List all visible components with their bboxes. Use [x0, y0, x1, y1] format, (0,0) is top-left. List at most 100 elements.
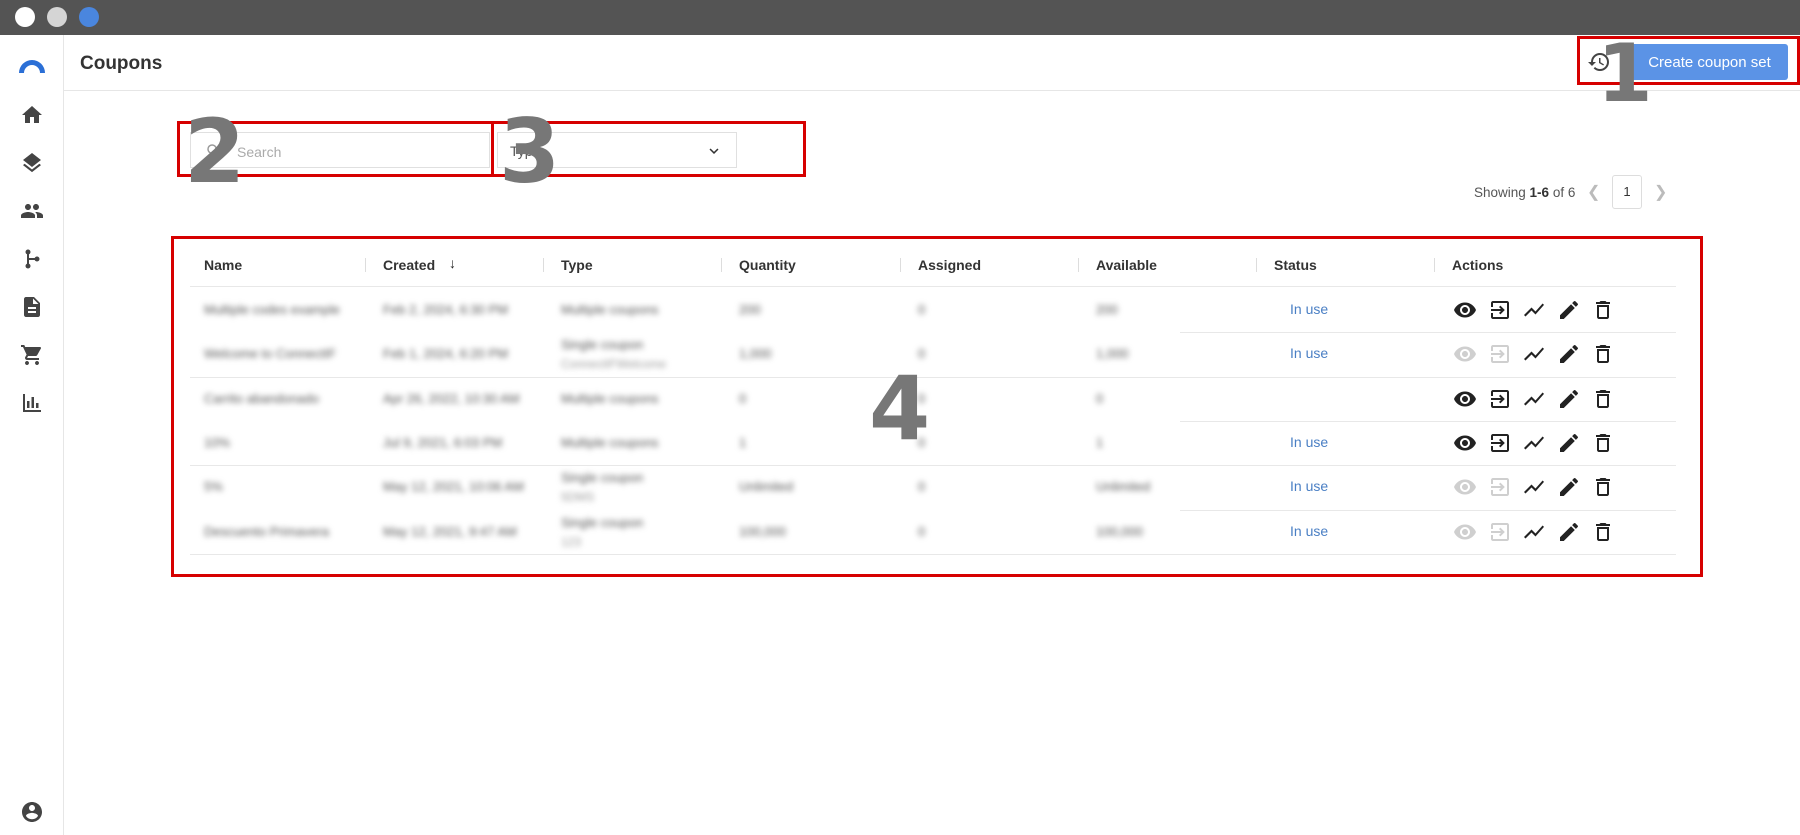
cell-type-code: 123 [561, 534, 582, 549]
people-icon[interactable] [20, 199, 44, 223]
delete-trash-icon[interactable] [1591, 298, 1615, 322]
layers-icon[interactable] [20, 151, 44, 175]
cell-created: May 12, 2021, 10:06 AM [383, 479, 524, 495]
view-eye-icon [1453, 475, 1477, 499]
trend-chart-icon[interactable] [1522, 431, 1546, 455]
column-header-actions[interactable]: Actions [1452, 257, 1503, 273]
document-icon[interactable] [20, 295, 44, 319]
trend-chart-icon[interactable] [1522, 475, 1546, 499]
status-badge[interactable]: In use [1290, 301, 1328, 317]
create-coupon-set-button[interactable]: Create coupon set [1631, 44, 1788, 80]
cell-name: Multiple codes example [204, 302, 340, 318]
cell-quantity: 1 [739, 435, 747, 451]
column-divider [1078, 258, 1079, 272]
cell-type-code: ConnectIFWelcome [561, 357, 667, 372]
delete-trash-icon[interactable] [1591, 387, 1615, 411]
cell-available: Unlimited [1096, 479, 1151, 495]
edit-pencil-icon[interactable] [1557, 298, 1581, 322]
minimize-window-button[interactable] [47, 7, 67, 27]
cell-type: Single coupon [561, 470, 644, 486]
previous-page-button[interactable]: ❮ [1587, 182, 1600, 202]
annotation-label-1: 1 [1597, 27, 1653, 120]
row-divider [190, 554, 1676, 555]
status-badge[interactable]: In use [1290, 478, 1328, 494]
cell-type: Single coupon [561, 514, 644, 530]
cell-assigned: 0 [918, 523, 926, 539]
trend-chart-icon[interactable] [1522, 342, 1546, 366]
cell-type: Multiple coupons [561, 390, 659, 406]
cell-name: Descuento Primavera [204, 523, 329, 539]
next-page-button[interactable]: ❯ [1654, 182, 1667, 202]
cell-quantity: 100,000 [739, 523, 786, 539]
assign-icon[interactable] [1488, 431, 1512, 455]
delete-trash-icon[interactable] [1591, 475, 1615, 499]
trend-chart-icon[interactable] [1522, 520, 1546, 544]
home-icon[interactable] [20, 103, 44, 127]
edit-pencil-icon[interactable] [1557, 431, 1581, 455]
edit-pencil-icon[interactable] [1557, 520, 1581, 544]
maximize-window-button[interactable] [79, 7, 99, 27]
column-header-type[interactable]: Type [561, 257, 593, 273]
page-number-button[interactable]: 1 [1612, 175, 1642, 209]
cell-assigned: 0 [918, 479, 926, 495]
flow-icon[interactable] [20, 247, 44, 271]
cell-created: Feb 2, 2024, 6:30 PM [383, 302, 509, 318]
window-titlebar [0, 0, 1800, 35]
view-eye-icon[interactable] [1453, 298, 1477, 322]
logo-icon[interactable] [17, 55, 47, 79]
cell-available: 200 [1096, 302, 1118, 318]
delete-trash-icon[interactable] [1591, 431, 1615, 455]
view-eye-icon[interactable] [1453, 387, 1477, 411]
column-header-available[interactable]: Available [1096, 257, 1157, 273]
cell-name: 5% [204, 479, 223, 495]
status-badge[interactable]: In use [1290, 434, 1328, 450]
account-icon[interactable] [20, 800, 44, 824]
cell-type: Multiple coupons [561, 435, 659, 451]
column-header-quantity[interactable]: Quantity [739, 257, 796, 273]
cell-assigned: 0 [918, 302, 926, 318]
bar-chart-icon[interactable] [20, 391, 44, 415]
row-divider [1180, 510, 1676, 511]
assign-icon[interactable] [1488, 387, 1512, 411]
column-header-created[interactable]: Created [383, 257, 435, 273]
assign-icon[interactable] [1488, 298, 1512, 322]
sidebar [0, 35, 64, 835]
pagination-summary: Showing 1-6 of 6 [1474, 185, 1575, 200]
trend-chart-icon[interactable] [1522, 387, 1546, 411]
cell-quantity: 0 [739, 390, 747, 406]
cell-created: May 12, 2021, 9:47 AM [383, 523, 517, 539]
column-header-name[interactable]: Name [204, 257, 242, 273]
cell-quantity: Unlimited [739, 479, 794, 495]
cell-name: 10% [204, 435, 231, 451]
column-header-status[interactable]: Status [1274, 257, 1317, 273]
edit-pencil-icon[interactable] [1557, 342, 1581, 366]
edit-pencil-icon[interactable] [1557, 387, 1581, 411]
cell-type: Single coupon [561, 337, 644, 353]
view-eye-icon[interactable] [1453, 431, 1477, 455]
row-divider [1180, 421, 1676, 422]
close-window-button[interactable] [15, 7, 35, 27]
pagination-range: 1-6 [1529, 185, 1550, 200]
cart-icon[interactable] [20, 343, 44, 367]
delete-trash-icon[interactable] [1591, 520, 1615, 544]
pagination-suffix: of 6 [1549, 185, 1576, 200]
row-divider [190, 377, 1676, 378]
delete-trash-icon[interactable] [1591, 342, 1615, 366]
assign-icon [1488, 342, 1512, 366]
cell-quantity: 200 [739, 302, 761, 318]
page-title: Coupons [80, 53, 163, 74]
assign-icon [1488, 475, 1512, 499]
column-divider [900, 258, 901, 272]
annotation-label-4: 4 [869, 357, 931, 460]
header-divider [190, 286, 1676, 287]
search-input[interactable] [235, 141, 479, 163]
cell-name: Welcome to ConnectIF [204, 346, 336, 362]
sort-descending-icon[interactable]: ↓ [449, 255, 456, 271]
status-badge[interactable]: In use [1290, 523, 1328, 539]
edit-pencil-icon[interactable] [1557, 475, 1581, 499]
cell-created: Apr 26, 2022, 10:30 AM [383, 390, 520, 406]
status-badge[interactable]: In use [1290, 345, 1328, 361]
trend-chart-icon[interactable] [1522, 298, 1546, 322]
view-eye-icon [1453, 520, 1477, 544]
column-header-assigned[interactable]: Assigned [918, 257, 981, 273]
